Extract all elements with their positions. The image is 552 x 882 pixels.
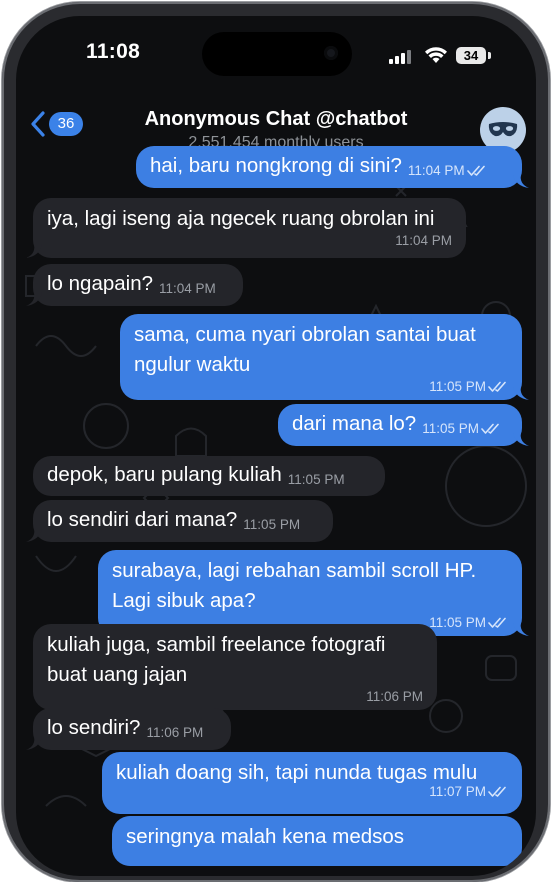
message-bubble-outgoing[interactable]: seringnya malah kena medsos xyxy=(112,816,522,866)
message-text: hai, baru nongkrong di sini? xyxy=(150,154,402,177)
screen: 11:08 34 36 Anonymous Chat @chatbot 2,55… xyxy=(16,16,536,876)
message-bubble-incoming[interactable]: kuliah juga, sambil freelance fotografi … xyxy=(33,624,437,710)
message-text: lo ngapain? xyxy=(47,272,154,295)
message-text: kuliah juga, sambil freelance fotografi … xyxy=(47,633,386,686)
message-time: 11:05 PM xyxy=(429,379,486,394)
message-text: iya, lagi iseng aja ngecek ruang obrolan… xyxy=(47,207,435,230)
clock: 11:08 xyxy=(86,40,141,63)
message-time: 11:06 PM xyxy=(146,725,204,740)
message-time: 11:04 PM xyxy=(395,233,452,248)
message-bubble-outgoing[interactable]: sama, cuma nyari obrolan santai buat ngu… xyxy=(120,314,529,400)
message-meta: 11:05 PM xyxy=(422,421,501,437)
bubble-tail xyxy=(513,174,529,188)
double-check-icon xyxy=(466,165,485,176)
message-time: 11:05 PM xyxy=(429,615,486,630)
message-time: 11:07 PM xyxy=(429,784,486,799)
chat-title[interactable]: Anonymous Chat @chatbot xyxy=(16,108,536,131)
message-bubble-outgoing[interactable]: hai, baru nongkrong di sini? 11:04 PM xyxy=(136,146,529,188)
message-text: sama, cuma nyari obrolan santai buat ngu… xyxy=(134,323,476,376)
camera-icon xyxy=(324,46,338,60)
message-bubble-incoming[interactable]: lo ngapain? 11:04 PM xyxy=(26,264,243,306)
message-text: dari mana lo? xyxy=(292,412,417,435)
message-bubble-incoming[interactable]: lo sendiri? 11:06 PM xyxy=(26,708,231,750)
message-bubble-outgoing[interactable]: dari mana lo? 11:05 PM xyxy=(278,404,529,446)
dynamic-island xyxy=(202,32,352,76)
message-bubble-incoming[interactable]: lo sendiri dari mana? 11:05 PM xyxy=(26,500,333,542)
double-check-icon xyxy=(488,381,506,392)
bubble-tail xyxy=(513,386,529,400)
wifi-icon xyxy=(425,47,447,63)
phone-frame: 11:08 34 36 Anonymous Chat @chatbot 2,55… xyxy=(2,2,550,882)
bubble-tail xyxy=(26,736,42,750)
status-bar: 11:08 34 xyxy=(16,16,536,96)
message-bubble-incoming[interactable]: depok, baru pulang kuliah 11:05 PM xyxy=(33,456,385,496)
message-text: lo sendiri dari mana? xyxy=(47,508,238,531)
mask-icon xyxy=(488,122,518,137)
message-time: 11:04 PM xyxy=(159,281,216,296)
message-time: 11:06 PM xyxy=(366,689,423,704)
bubble-tail xyxy=(26,292,42,306)
message-text: depok, baru pulang kuliah xyxy=(47,463,282,486)
cellular-signal-icon xyxy=(389,50,411,64)
message-meta: 11:05 PM xyxy=(134,379,508,395)
message-meta: 11:04 PM xyxy=(408,163,487,179)
bubble-tail xyxy=(513,622,529,636)
battery-indicator: 34 xyxy=(456,47,486,64)
message-text: surabaya, lagi rebahan sambil scroll HP.… xyxy=(112,559,477,612)
message-text: seringnya malah kena medsos xyxy=(126,825,405,848)
bubble-tail xyxy=(26,528,42,542)
message-bubble-outgoing[interactable]: kuliah doang sih, tapi nunda tugas mulu … xyxy=(102,752,522,814)
message-time: 11:04 PM xyxy=(407,163,465,178)
message-text: lo sendiri? xyxy=(47,716,141,739)
message-time: 11:05 PM xyxy=(243,517,301,532)
battery-tip xyxy=(488,52,491,59)
bubble-tail xyxy=(26,244,42,258)
message-bubble-incoming[interactable]: iya, lagi iseng aja ngecek ruang obrolan… xyxy=(26,198,466,258)
double-check-icon xyxy=(481,423,499,434)
double-check-icon xyxy=(488,617,506,628)
double-check-icon xyxy=(488,786,506,797)
bubble-tail xyxy=(513,432,529,446)
message-time: 11:05 PM xyxy=(422,421,480,436)
message-time: 11:05 PM xyxy=(287,472,345,487)
